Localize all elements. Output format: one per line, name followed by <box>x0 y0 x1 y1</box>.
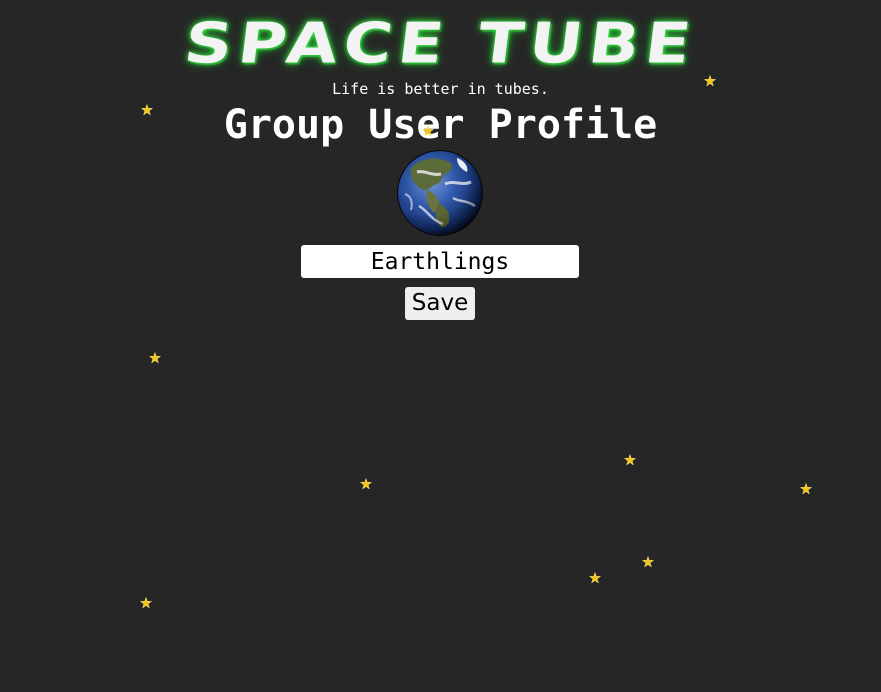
star-icon <box>140 597 152 609</box>
earth-globe-icon <box>397 150 483 236</box>
star-icon <box>141 104 153 116</box>
star-icon <box>704 75 716 87</box>
save-button[interactable]: Save <box>405 287 475 320</box>
group-avatar <box>397 150 483 236</box>
star-icon <box>642 556 654 568</box>
star-icon <box>800 483 812 495</box>
app-tagline: Life is better in tubes. <box>332 80 549 98</box>
star-icon <box>360 478 372 490</box>
star-icon <box>589 572 601 584</box>
app-logo: SPACE TUBE <box>180 10 701 77</box>
star-icon <box>422 125 434 137</box>
star-icon <box>149 352 161 364</box>
page-title: Group User Profile <box>223 102 658 148</box>
group-name-input[interactable] <box>301 245 579 278</box>
star-icon <box>624 454 636 466</box>
